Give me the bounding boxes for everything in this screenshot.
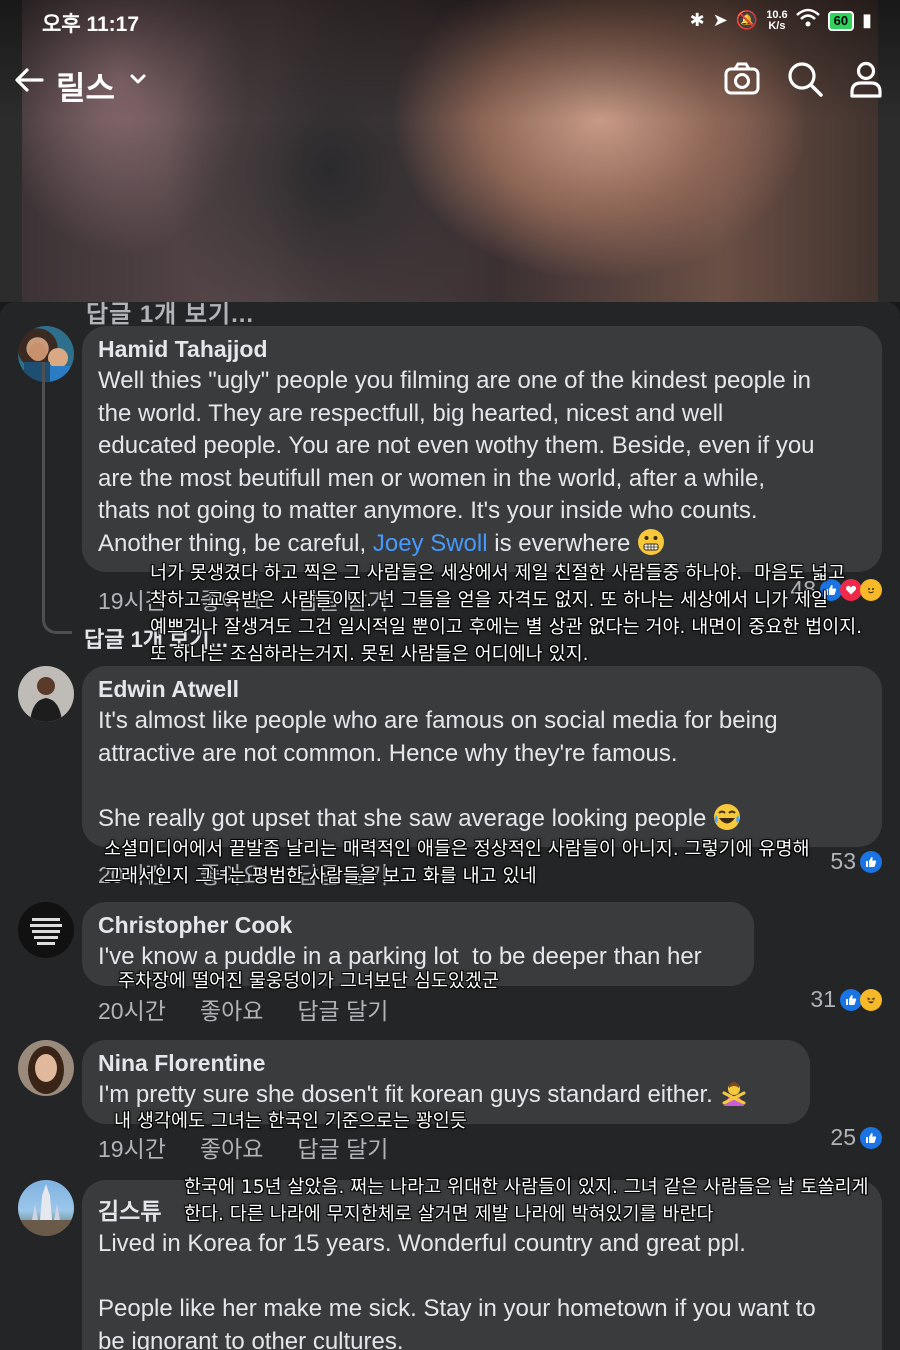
reaction-summary[interactable]: 53 [830,848,882,875]
avatar[interactable] [18,666,74,722]
korean-translation-caption: 내 생각에도 그녀는 한국인 기준으로는 꽝인듯 [114,1111,467,1132]
comment-text: It's almost like people who are famous o… [98,705,866,835]
reaction-summary[interactable]: 31 [810,986,882,1013]
comment-text: Well thies "ugly" people you filming are… [98,365,866,560]
status-time: 오후 11:17 [42,13,140,36]
reaction-count: 53 [830,848,856,874]
avatar-photo [30,677,62,722]
chevron-down-icon[interactable] [128,69,148,89]
avatar-photo [18,1184,74,1236]
comment-actions: 19시간 좋아요 답글 달기 [98,1130,388,1164]
reaction-count: 25 [830,1124,856,1150]
grimacing-emoji-icon [637,528,664,555]
like-button[interactable]: 좋아요 [200,1130,263,1164]
like-reaction-icon [860,1126,882,1149]
reply-button[interactable]: 답글 달기 [297,992,388,1026]
comment-author[interactable]: Nina Florentine [98,1050,794,1077]
avatar-photo [28,1046,64,1094]
profile-icon[interactable] [846,59,886,99]
battery-level: 60 [827,10,855,31]
korean-translation-caption: 너가 못생겼다 하고 찍은 그 사람들은 세상에서 제일 친절한 사람들중 하나… [150,563,863,665]
network-speed: 10.6 K/s [766,9,787,32]
comments-sheet: 답글 1개 보기... Hamid Tahajjod Well thies "u… [0,302,900,1350]
comment-actions: 20시간 좋아요 답글 달기 [98,992,388,1026]
bluetooth-icon: ✱ [689,10,705,30]
korean-translation-caption: 주차장에 떨어진 물웅덩이가 그녀보단 심도있겠군 [118,971,499,992]
reply-button[interactable]: 답글 달기 [297,1130,388,1164]
comment-bubble[interactable]: Edwin Atwell It's almost like people who… [82,666,882,847]
avatar[interactable] [18,902,74,958]
avatar-photo [30,918,62,945]
comment-text-part: Well thies "ugly" people you filming are… [98,367,815,557]
camera-icon[interactable] [722,59,762,99]
status-bar: 오후 11:17 ✱ ➤ 🔕 10.6 K/s 60 ▮ [0,0,900,40]
reaction-summary[interactable]: 25 [830,1124,882,1151]
search-icon[interactable] [785,59,825,99]
comment-text: Lived in Korea for 15 years. Wonderful c… [98,1230,816,1350]
person-gesturing-no-emoji-icon [722,1082,745,1106]
back-arrow-icon[interactable] [12,63,46,97]
network-speed-unit: K/s [768,19,786,32]
comment-author[interactable]: Christopher Cook [98,912,738,939]
comment-bubble[interactable]: Hamid Tahajjod Well thies "ugly" people … [82,326,882,572]
korean-translation-caption: 소셜미디어에서 끝발좀 날리는 매력적인 애들은 정상적인 사람들이 아니지. … [104,839,810,887]
comment-author[interactable]: Edwin Atwell [98,676,866,703]
haha-reaction-icon [860,988,882,1011]
comment-text-part: is everwhere [487,529,631,557]
comment-text: I'm pretty sure she dosen't fit korean g… [98,1079,794,1112]
comment-author[interactable]: Hamid Tahajjod [98,336,866,363]
crying-laughing-emoji-icon [714,803,741,830]
avatar[interactable] [18,1040,74,1096]
reel-video[interactable] [0,0,900,302]
page-title[interactable]: 릴스 [56,63,115,109]
reaction-count: 31 [810,986,836,1012]
care-reaction-icon [860,578,882,601]
clipped-replies-link[interactable]: 답글 1개 보기... [86,302,254,329]
mute-icon: 🔕 [735,10,759,30]
comment-time: 19시간 [98,1136,166,1162]
wifi-icon [795,8,820,33]
reels-header: 릴스 [0,55,900,110]
charging-icon: ▮ [862,10,872,30]
comment-time: 20시간 [98,998,166,1024]
reply-thread-line [42,362,72,634]
like-button[interactable]: 좋아요 [200,992,263,1026]
avatar[interactable] [18,1180,74,1236]
like-reaction-icon [860,850,882,873]
status-icons: ✱ ➤ 🔕 10.6 K/s 60 ▮ [690,8,872,33]
mention-link[interactable]: Joey Swoll [373,530,488,557]
comment-text-part: I'm pretty sure she dosen't fit korean g… [98,1081,713,1108]
comment-text-part: It's almost like people who are famous o… [98,707,778,832]
korean-translation-caption: 한국에 15년 살았음. 쩌는 나라고 위대한 사람들이 있지. 그녀 같은 사… [184,1177,869,1225]
like-reaction-icon [840,988,862,1011]
location-icon: ➤ [712,10,728,30]
